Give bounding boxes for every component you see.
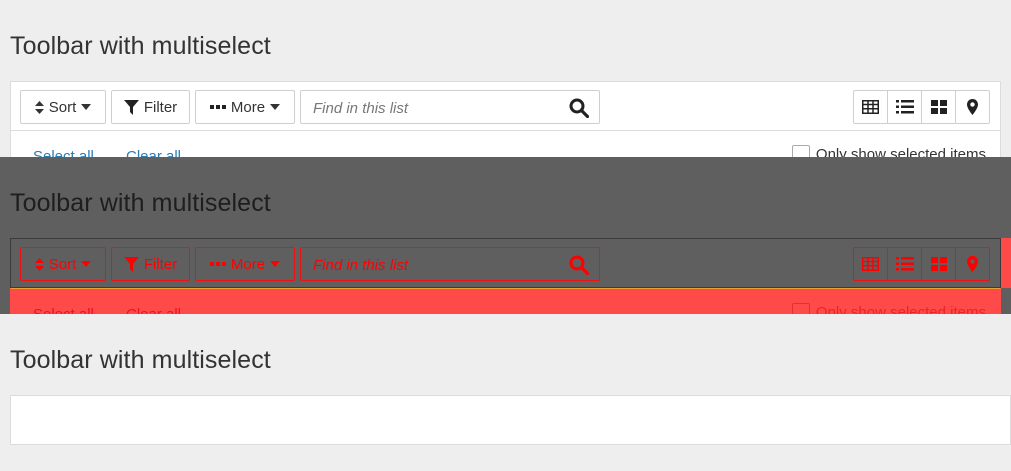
only-show-selected-checkbox[interactable] [791,303,810,314]
map-view-button[interactable] [955,90,990,124]
search-input[interactable] [301,248,565,282]
list-view-button[interactable] [887,247,922,281]
toolbar-placeholder [10,395,1011,445]
toolbar-section-empty: Toolbar with multiselect [0,314,1011,471]
table-view-button[interactable] [853,90,888,124]
sort-button[interactable]: Sort [20,90,106,124]
sort-icon [34,100,44,114]
toolbar-section-normal: Toolbar with multiselect Sort Filter Mor… [0,0,1011,157]
tile-view-button[interactable] [921,90,956,124]
sort-button[interactable]: Sort [20,247,106,281]
more-label: More [230,255,266,273]
table-icon [862,100,879,114]
filter-button[interactable]: Filter [111,247,190,281]
search-input[interactable] [301,91,565,125]
search-box [300,247,600,282]
select-all-link[interactable]: Select all [33,306,94,314]
view-switcher [853,247,990,281]
page-title: Toolbar with multiselect [10,32,271,60]
search-icon[interactable] [569,255,589,275]
clear-all-link[interactable]: Clear all [126,148,181,157]
list-icon [895,257,914,271]
chevron-down-icon [81,104,92,110]
sort-label: Sort [48,255,77,273]
only-show-selected-label: Only show selected items [815,303,986,315]
filter-label: Filter [143,255,178,273]
select-all-link[interactable]: Select all [33,148,94,157]
map-view-button[interactable] [955,247,990,281]
map-pin-icon [967,99,978,115]
more-button[interactable]: More [195,90,295,124]
more-label: More [230,98,266,116]
only-show-selected-label: Only show selected items [815,145,986,158]
chevron-down-icon [270,261,281,267]
more-dots-icon [209,262,226,266]
grid-icon [930,100,947,114]
map-pin-icon [967,256,978,272]
search-box [300,90,600,125]
toolbar-section-highlighted: Toolbar with multiselect Sort Filter Mor… [0,157,1011,314]
view-switcher [853,90,990,124]
clear-all-link[interactable]: Clear all [126,306,181,314]
filter-button[interactable]: Filter [111,90,190,124]
table-view-button[interactable] [853,247,888,281]
grid-icon [930,257,947,271]
list-view-button[interactable] [887,90,922,124]
toolbar: Sort Filter More [10,81,1001,131]
filter-label: Filter [143,98,178,116]
chevron-down-icon [270,104,281,110]
more-dots-icon [209,105,226,109]
page-title: Toolbar with multiselect [10,346,271,374]
more-button[interactable]: More [195,247,295,281]
only-show-selected-toggle[interactable]: Only show selected items [791,303,986,315]
selection-bar: Select all Clear all Only show selected … [10,288,1001,314]
sort-label: Sort [48,98,77,116]
toolbar: Sort Filter More [10,238,1001,288]
tile-view-button[interactable] [921,247,956,281]
only-show-selected-toggle[interactable]: Only show selected items [791,145,986,158]
search-icon[interactable] [569,98,589,118]
list-icon [895,100,914,114]
chevron-down-icon [81,261,92,267]
filter-icon [123,99,139,115]
selection-bar: Select all Clear all Only show selected … [10,131,1001,157]
filter-icon [123,256,139,272]
page-title: Toolbar with multiselect [10,189,271,217]
table-icon [862,257,879,271]
overflow-highlight [1001,238,1011,288]
sort-icon [34,257,44,271]
only-show-selected-checkbox[interactable] [791,145,810,157]
